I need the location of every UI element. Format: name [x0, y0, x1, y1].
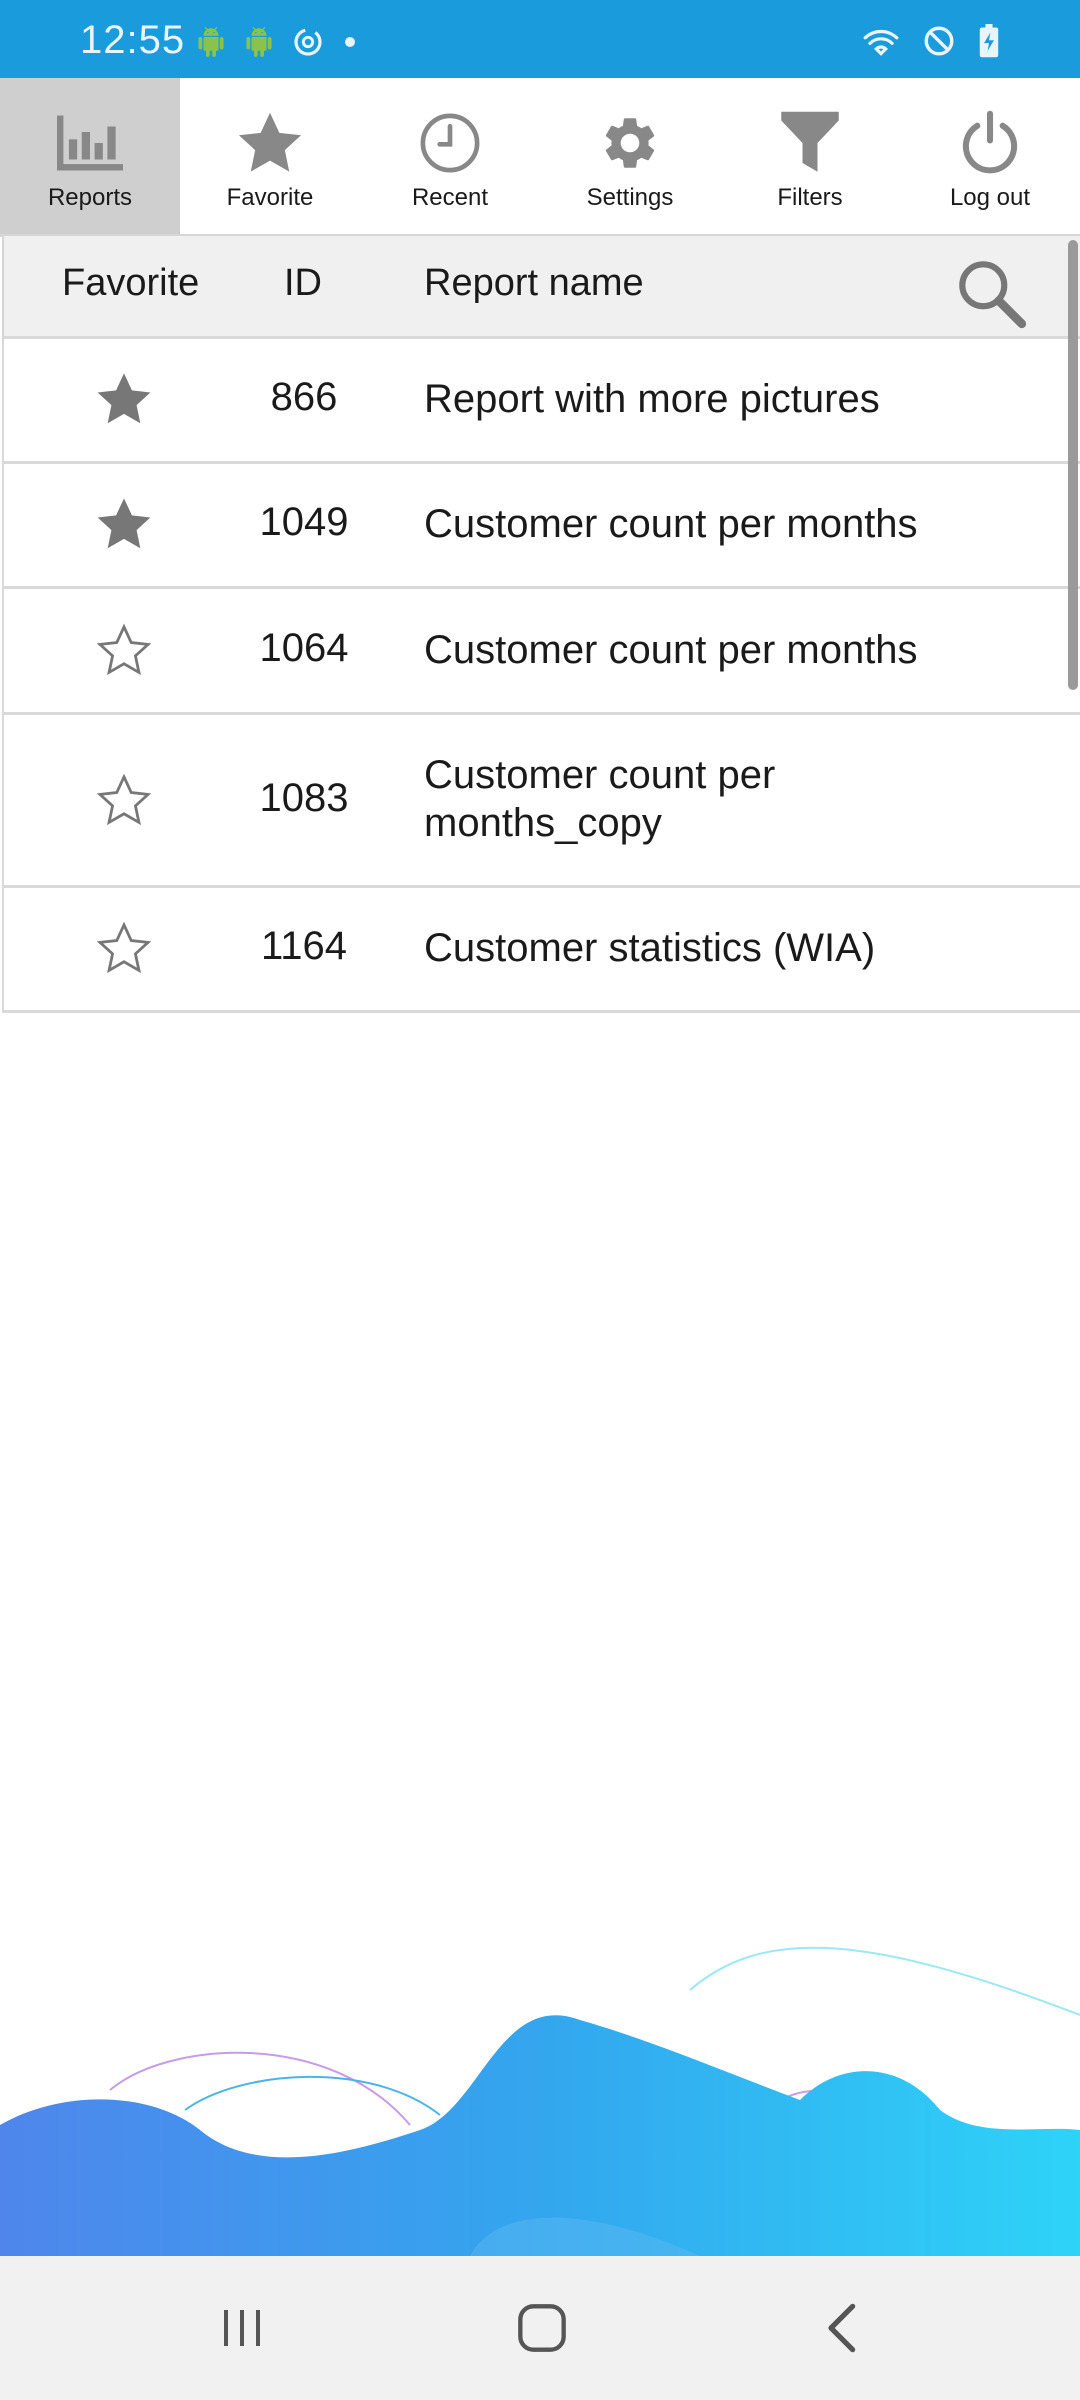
clock-icon [417, 110, 483, 176]
tab-reports-label: Reports [47, 184, 133, 211]
tab-logout[interactable]: Log out [900, 78, 1080, 234]
recent-apps-icon [224, 2310, 260, 2346]
tab-filters[interactable]: Filters [720, 78, 900, 234]
row-report-name: Customer count per months [424, 628, 918, 672]
tab-settings[interactable]: Settings [540, 78, 720, 234]
recent-apps-button[interactable] [202, 2298, 282, 2358]
reports-table: Favorite ID Report name 866 Report with … [2, 236, 1080, 1013]
wave-decoration [0, 1946, 1080, 2256]
status-time: 12:55 [80, 18, 186, 62]
tab-recent[interactable]: Recent [360, 78, 540, 234]
table-row[interactable]: 1049 Customer count per months [4, 464, 1080, 589]
column-header-name[interactable]: Report name [424, 262, 644, 305]
star-filled-icon[interactable] [96, 371, 152, 427]
table-row[interactable]: 1064 Customer count per months [4, 589, 1080, 715]
back-button[interactable] [804, 2298, 884, 2358]
table-header: Favorite ID Report name [4, 236, 1080, 339]
tab-settings-label: Settings [586, 184, 674, 211]
column-header-id[interactable]: ID [284, 262, 322, 305]
tab-logout-label: Log out [949, 184, 1031, 211]
row-report-name: Customer count per months [424, 502, 918, 546]
android-icon [246, 27, 272, 57]
row-report-name: Customer statistics (WIA) [424, 926, 876, 970]
system-nav-bar [0, 2256, 1080, 2400]
tab-recent-label: Recent [411, 184, 489, 211]
search-icon [959, 261, 1027, 329]
column-header-favorite[interactable]: Favorite [62, 262, 199, 305]
table-row[interactable]: 1164 Customer statistics (WIA) [4, 888, 1080, 1013]
android-icon [198, 27, 224, 57]
star-outline-icon[interactable] [96, 920, 152, 976]
row-report-name: Customer count per months_copy [424, 753, 776, 845]
row-id: 1164 [260, 924, 347, 968]
row-id: 866 [270, 375, 338, 419]
star-outline-icon[interactable] [96, 772, 152, 828]
row-id: 1064 [259, 626, 349, 670]
table-row[interactable]: 1083 Customer count per months_copy [4, 715, 1080, 888]
power-icon [957, 110, 1023, 176]
filter-icon [777, 110, 843, 176]
battery-charging-icon [979, 24, 999, 58]
sync-icon [294, 28, 322, 56]
star-outline-icon[interactable] [96, 622, 152, 678]
main-toolbar: Reports Favorite Recent Settings Filters… [0, 78, 1080, 237]
gear-icon [597, 110, 663, 176]
row-report-name: Report with more pictures [424, 377, 880, 421]
tab-filters-label: Filters [777, 184, 843, 211]
system-icons [862, 24, 1000, 58]
back-icon [828, 2303, 856, 2353]
table-scrollbar[interactable] [1068, 240, 1078, 690]
home-icon [518, 2304, 566, 2352]
table-row[interactable]: 866 Report with more pictures [4, 339, 1080, 464]
wifi-icon [863, 29, 899, 56]
tab-favorite[interactable]: Favorite [180, 78, 360, 234]
search-button[interactable] [954, 256, 1028, 330]
do-not-disturb-icon [924, 26, 954, 56]
tab-favorite-label: Favorite [226, 184, 314, 211]
row-id: 1083 [259, 776, 349, 820]
tab-reports[interactable]: Reports [0, 78, 180, 234]
row-id: 1049 [259, 500, 349, 544]
home-button[interactable] [502, 2298, 582, 2358]
notification-icons [196, 26, 358, 58]
star-icon [237, 110, 303, 176]
dot-icon [345, 37, 355, 47]
bar-chart-icon [57, 110, 123, 176]
star-filled-icon[interactable] [96, 496, 152, 552]
status-bar: 12:55 [0, 0, 1080, 78]
